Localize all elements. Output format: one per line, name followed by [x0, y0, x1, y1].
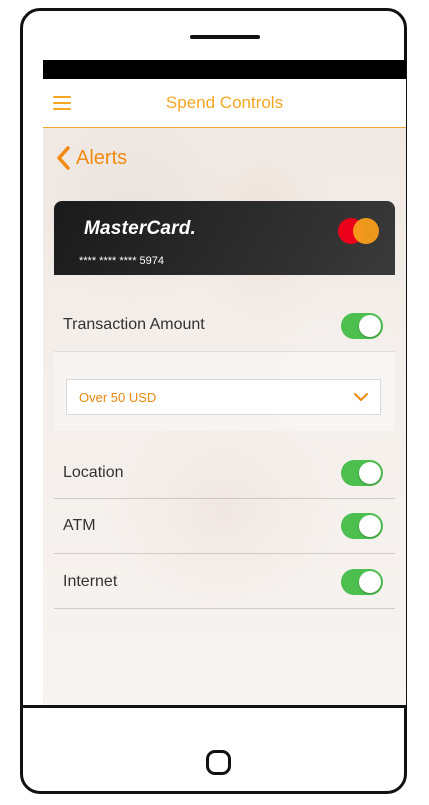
app-screen: Spend Controls Alerts MasterCard. **** *…	[43, 79, 406, 706]
atm-label: ATM	[63, 517, 96, 534]
atm-toggle[interactable]	[341, 513, 383, 539]
location-toggle[interactable]	[341, 460, 383, 486]
back-label: Alerts	[76, 146, 128, 169]
internet-row: Internet	[54, 553, 395, 609]
transaction-amount-row: Transaction Amount	[54, 301, 395, 352]
phone-speaker	[190, 35, 260, 39]
atm-row: ATM	[54, 498, 395, 554]
threshold-panel: Over 50 USD	[54, 351, 395, 431]
credit-card: MasterCard. **** **** **** 5974	[54, 201, 395, 275]
back-button[interactable]: Alerts	[56, 143, 127, 173]
internet-toggle[interactable]	[341, 569, 383, 595]
amount-threshold-select[interactable]: Over 50 USD	[66, 379, 381, 415]
card-brand: MasterCard.	[84, 218, 197, 239]
card-number: **** **** **** 5974	[79, 255, 165, 267]
transaction-amount-toggle[interactable]	[341, 313, 383, 339]
home-button[interactable]	[206, 750, 231, 775]
status-bar	[43, 60, 406, 79]
location-row: Location	[54, 447, 395, 499]
threshold-value: Over 50 USD	[79, 390, 157, 405]
mastercard-logo-icon	[338, 218, 380, 246]
internet-label: Internet	[63, 573, 118, 590]
location-label: Location	[63, 464, 124, 481]
page-title: Spend Controls	[165, 93, 284, 112]
chevron-left-icon	[57, 146, 70, 170]
chevron-down-icon	[354, 393, 368, 401]
app-header: Spend Controls	[43, 79, 406, 128]
transaction-amount-label: Transaction Amount	[63, 316, 205, 333]
